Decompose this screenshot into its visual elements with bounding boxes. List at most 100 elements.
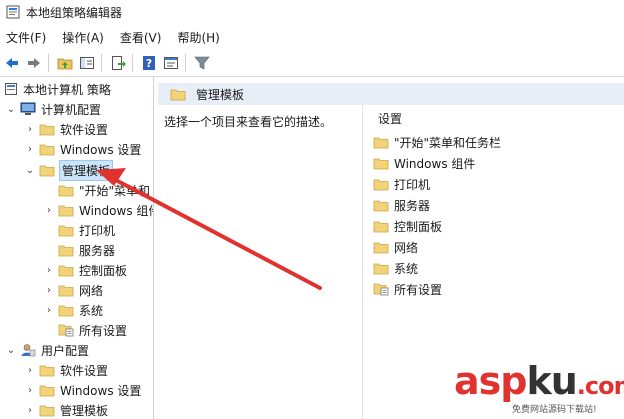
folder-icon	[58, 265, 74, 276]
tree-node-system[interactable]: › 系统	[43, 300, 103, 320]
details-header-title: 管理模板	[196, 87, 245, 102]
tree-node-computer-config[interactable]: ⌄ 计算机配置	[5, 99, 101, 119]
folder-icon	[58, 205, 74, 216]
folder-icon	[39, 405, 55, 416]
toolbar-separator	[48, 54, 49, 72]
folder-icon	[58, 285, 74, 296]
folder-icon	[373, 242, 389, 253]
settings-list-icon	[58, 324, 74, 337]
tree-node-windows-settings[interactable]: › Windows 设置	[24, 139, 141, 159]
tree-node-label: Windows 组件	[79, 203, 154, 218]
up-folder-icon	[57, 58, 73, 70]
chevron-right-icon[interactable]: ›	[24, 124, 36, 135]
up-button[interactable]	[55, 53, 75, 73]
help-icon: ?	[143, 56, 155, 70]
tree-node-label: 网络	[79, 283, 104, 298]
svg-text:?: ?	[146, 57, 152, 70]
menu-help[interactable]: 帮助(H)	[169, 29, 227, 46]
chevron-right-icon[interactable]: ›	[43, 305, 55, 316]
tree-node-label: 服务器	[79, 243, 116, 258]
folder-icon	[39, 365, 55, 376]
back-button[interactable]	[2, 53, 22, 73]
forward-arrow-icon	[28, 58, 40, 68]
chevron-right-icon[interactable]: ›	[24, 365, 36, 376]
folder-icon	[58, 245, 74, 256]
tree-node-start-menu[interactable]: "开始"菜单和	[43, 180, 150, 200]
folder-icon	[39, 385, 55, 396]
filter-button[interactable]	[192, 53, 212, 73]
tree-node-user-windows-settings[interactable]: › Windows 设置	[24, 380, 141, 400]
folder-icon	[373, 200, 389, 211]
computer-policy-icon	[5, 83, 17, 95]
list-item-server[interactable]: 服务器	[373, 195, 430, 215]
list-item-label: 控制面板	[394, 219, 443, 234]
chevron-right-icon[interactable]: ›	[43, 285, 55, 296]
tree-node-local-policy[interactable]: 本地计算机 策略	[4, 79, 111, 99]
list-item-label: "开始"菜单和任务栏	[394, 135, 502, 150]
tree-node-label: 计算机配置	[41, 102, 102, 117]
forward-button[interactable]	[24, 53, 44, 73]
chevron-right-icon[interactable]: ›	[24, 405, 36, 416]
toolbar-separator	[185, 54, 186, 72]
tree-node-all-settings[interactable]: 所有设置	[43, 320, 127, 340]
list-item-label: 网络	[394, 240, 419, 255]
help-button[interactable]: ?	[139, 53, 159, 73]
chevron-right-icon[interactable]: ›	[43, 265, 55, 276]
folder-icon	[373, 263, 389, 274]
tree-node-server[interactable]: 服务器	[43, 240, 115, 260]
menu-action[interactable]: 操作(A)	[54, 29, 112, 46]
export-list-button[interactable]	[108, 53, 128, 73]
menu-view[interactable]: 查看(V)	[112, 29, 170, 46]
list-item-printers[interactable]: 打印机	[373, 174, 430, 194]
folder-icon	[39, 165, 55, 176]
properties-button[interactable]	[161, 53, 181, 73]
list-item-label: 所有设置	[394, 282, 443, 297]
back-arrow-icon	[6, 58, 18, 68]
computer-icon	[20, 102, 36, 115]
chevron-down-icon[interactable]: ⌄	[5, 345, 17, 356]
tree-node-label: 系统	[79, 303, 104, 318]
folder-icon	[58, 305, 74, 316]
properties-icon	[164, 57, 178, 69]
list-item-network[interactable]: 网络	[373, 237, 418, 257]
column-header-settings[interactable]: 设置	[377, 110, 402, 127]
user-icon	[21, 344, 36, 357]
folder-icon	[39, 144, 55, 155]
tree-node-user-config[interactable]: ⌄ 用户配置	[5, 340, 89, 360]
tree-node-label: 用户配置	[41, 343, 90, 358]
menu-file[interactable]: 文件(F)	[0, 29, 54, 46]
list-item-system[interactable]: 系统	[373, 258, 418, 278]
list-item-label: 打印机	[394, 177, 431, 192]
tree-node-label: "开始"菜单和	[79, 183, 151, 198]
tree-node-network[interactable]: › 网络	[43, 280, 103, 300]
tree-node-user-software-settings[interactable]: › 软件设置	[24, 360, 108, 380]
show-hide-tree-button[interactable]	[77, 53, 97, 73]
chevron-down-icon[interactable]: ⌄	[5, 104, 17, 115]
settings-list-icon	[373, 283, 389, 296]
filter-icon	[194, 56, 210, 70]
list-item-start-menu[interactable]: "开始"菜单和任务栏	[373, 132, 501, 152]
list-item-windows-components[interactable]: Windows 组件	[373, 153, 475, 173]
chevron-right-icon[interactable]: ›	[43, 205, 55, 216]
tree-node-label: 软件设置	[60, 122, 109, 137]
list-item-label: 服务器	[394, 198, 431, 213]
toolbar-separator	[132, 54, 133, 72]
folder-icon	[58, 185, 74, 196]
tree-node-control-panel[interactable]: › 控制面板	[43, 260, 127, 280]
chevron-right-icon[interactable]: ›	[24, 385, 36, 396]
chevron-right-icon[interactable]: ›	[24, 144, 36, 155]
details-header: 管理模板	[158, 83, 624, 105]
folder-icon	[373, 221, 389, 232]
tree-node-user-admin-templates[interactable]: › 管理模板	[24, 400, 108, 419]
tree-node-software-settings[interactable]: › 软件设置	[24, 119, 108, 139]
tree-node-label: 打印机	[79, 223, 116, 238]
tree-node-label: 控制面板	[79, 263, 128, 278]
folder-icon	[373, 158, 389, 169]
tree-pane: 本地计算机 策略 ⌄ 计算机配置 › 软件设置 › Windows 设置 ⌄ 管…	[0, 77, 154, 419]
chevron-down-icon[interactable]: ⌄	[24, 165, 36, 176]
tree-node-printers[interactable]: 打印机	[43, 220, 115, 240]
list-item-control-panel[interactable]: 控制面板	[373, 216, 442, 236]
tree-node-admin-templates[interactable]: ⌄ 管理模板	[24, 159, 114, 181]
list-item-all-settings[interactable]: 所有设置	[373, 279, 442, 299]
tree-node-windows-components[interactable]: › Windows 组件	[43, 200, 154, 220]
